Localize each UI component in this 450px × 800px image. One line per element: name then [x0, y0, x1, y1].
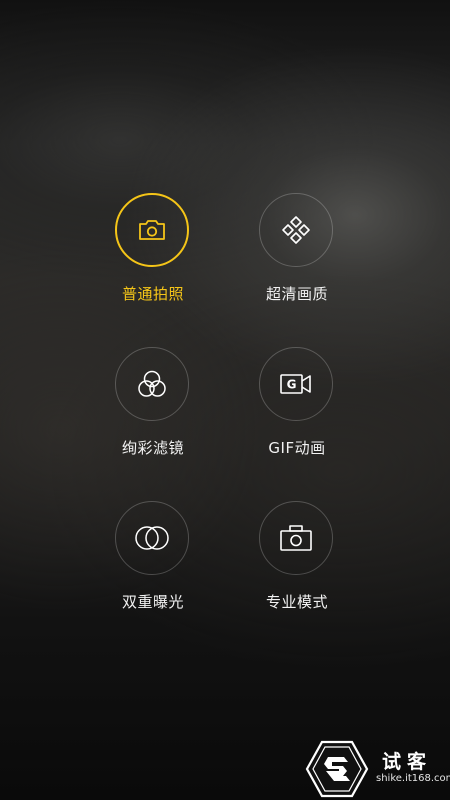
- mode-professional-label: 专业模式: [265, 593, 328, 611]
- mode-normal-photo-label: 普通拍照: [121, 285, 184, 303]
- mode-hd-quality-ring: [259, 193, 333, 267]
- mode-color-filter[interactable]: 绚彩滤镜: [93, 347, 213, 467]
- double-exposure-icon: [135, 526, 169, 550]
- mode-double-exposure-ring: [115, 501, 189, 575]
- camera-icon: [139, 220, 165, 240]
- mode-gif-animation-ring: G: [259, 347, 333, 421]
- mode-professional[interactable]: 专业模式: [237, 501, 357, 621]
- pro-camera-icon: [280, 525, 312, 551]
- filter-circles-icon: [138, 370, 166, 397]
- gif-video-icon: G: [280, 374, 311, 394]
- hd-diamond-icon: [282, 216, 310, 244]
- mode-hd-quality[interactable]: 超清画质: [237, 193, 357, 313]
- mode-professional-ring: [259, 501, 333, 575]
- mode-gif-animation[interactable]: G GIF动画: [237, 347, 357, 467]
- mode-normal-photo-ring: [115, 193, 189, 267]
- mode-double-exposure[interactable]: 双重曝光: [93, 501, 213, 621]
- mode-gif-animation-label: GIF动画: [268, 439, 326, 457]
- gif-icon-letter: G: [287, 378, 297, 392]
- mode-color-filter-ring: [115, 347, 189, 421]
- camera-mode-grid: 普通拍照 超清画质 绚彩滤镜 G GIF动画 双重曝光 专业模式: [0, 0, 450, 800]
- mode-hd-quality-label: 超清画质: [265, 285, 328, 303]
- mode-normal-photo[interactable]: 普通拍照: [93, 193, 213, 313]
- shike-logo-icon: [305, 740, 369, 798]
- mode-double-exposure-label: 双重曝光: [121, 593, 184, 611]
- watermark-name: 试客: [382, 751, 433, 773]
- watermark-url: shike.it168.com: [376, 773, 450, 784]
- watermark: 试客 shike.it168.com: [304, 738, 450, 800]
- mode-color-filter-label: 绚彩滤镜: [121, 439, 184, 457]
